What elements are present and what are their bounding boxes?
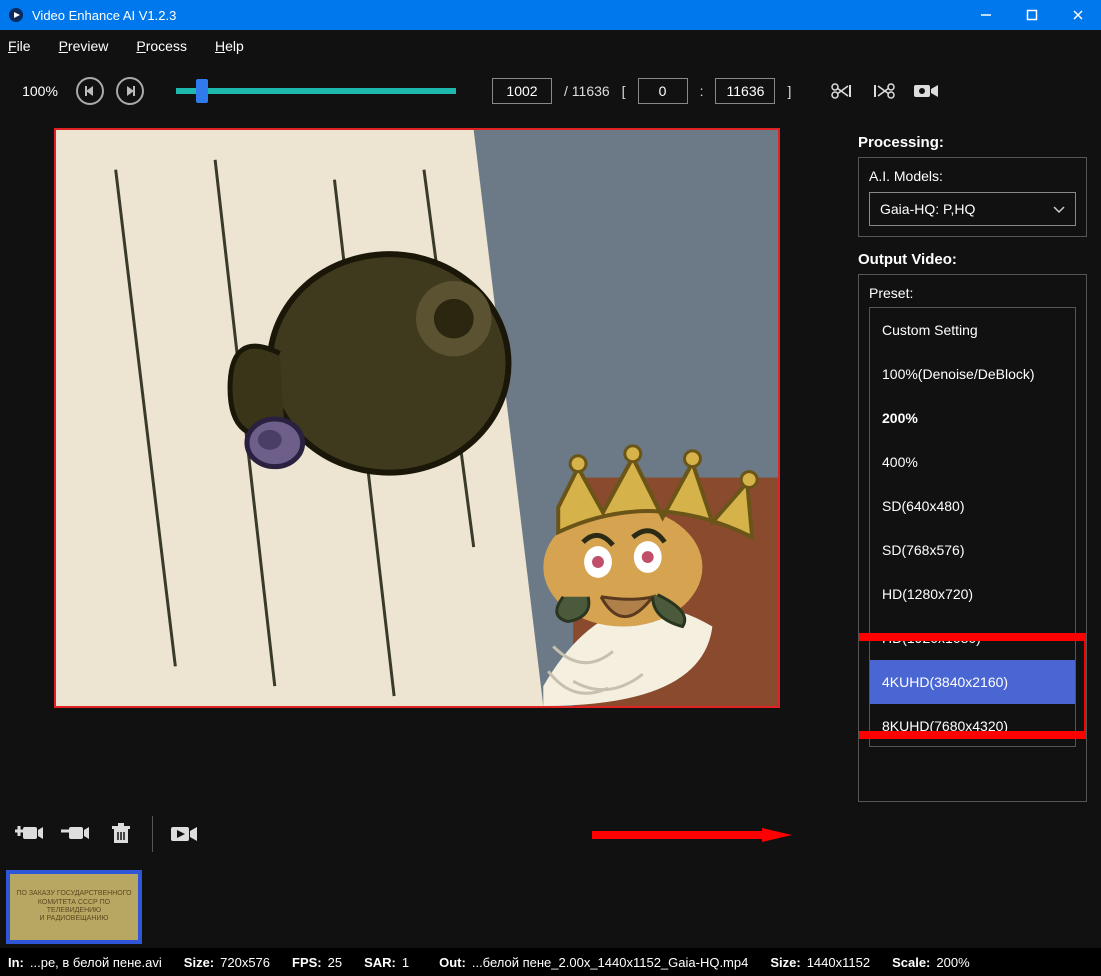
prev-frame-button[interactable] <box>76 77 104 105</box>
total-frames-label: / 11636 <box>564 83 610 99</box>
preset-item[interactable]: 200% <box>870 396 1075 440</box>
in-value: ...ре, в белой пене.avi <box>30 955 162 970</box>
processing-heading: Processing: <box>858 134 1087 151</box>
out-value: ...белой пене_2.00x_1440x1152_Gaia-HQ.mp… <box>472 955 749 970</box>
action-row <box>0 802 1101 866</box>
size-value: 720x576 <box>220 955 270 970</box>
timeline-slider[interactable] <box>176 81 456 101</box>
current-frame-input[interactable]: 1002 <box>492 78 552 104</box>
menu-preview[interactable]: Preview <box>59 38 109 54</box>
preset-item[interactable]: Custom Setting <box>870 308 1075 352</box>
bracket-open: [ <box>622 83 626 99</box>
preset-item-selected[interactable]: 4KUHD(3840x2160) <box>870 660 1075 704</box>
preset-item[interactable]: HD(1920x1080) <box>870 616 1075 660</box>
trash-icon[interactable] <box>106 821 136 847</box>
app-title: Video Enhance AI V1.2.3 <box>32 8 963 23</box>
range-sep: : <box>700 83 704 99</box>
fps-label: FPS: <box>292 955 322 970</box>
statusbar: In: ...ре, в белой пене.avi Size: 720x57… <box>0 948 1101 976</box>
ai-models-label: A.I. Models: <box>869 168 1076 184</box>
range-start-input[interactable]: 0 <box>638 78 688 104</box>
fps-value: 25 <box>328 955 342 970</box>
titlebar: Video Enhance AI V1.2.3 <box>0 0 1101 30</box>
sar-value: 1 <box>402 955 409 970</box>
window-maximize-button[interactable] <box>1009 0 1055 30</box>
menu-process[interactable]: Process <box>136 38 187 54</box>
preset-item[interactable]: 400% <box>870 440 1075 484</box>
range-end-input[interactable]: 11636 <box>715 78 775 104</box>
separator <box>152 816 153 852</box>
cut-end-icon[interactable] <box>869 80 899 102</box>
in-label: In: <box>8 955 24 970</box>
toolbar: 100% 1002 / 11636 [ 0 : 11636 ] <box>0 62 1101 120</box>
preset-item[interactable]: SD(640x480) <box>870 484 1075 528</box>
osize-value: 1440x1152 <box>807 955 870 970</box>
osize-label: Size: <box>770 955 800 970</box>
record-icon[interactable] <box>911 80 941 102</box>
clip-thumb-line: ПО ЗАКАЗУ ГОСУДАРСТВЕННОГО <box>16 890 131 898</box>
annotation-arrow-icon <box>592 828 792 842</box>
menu-file[interactable]: File <box>8 38 31 54</box>
preset-item[interactable]: SD(768x576) <box>870 528 1075 572</box>
side-panel: Processing: A.I. Models: Gaia-HQ: P,HQ O… <box>850 120 1101 802</box>
next-frame-button[interactable] <box>116 77 144 105</box>
clip-row: ПО ЗАКАЗУ ГОСУДАРСТВЕННОГО КОМИТЕТА СССР… <box>0 866 1101 948</box>
sar-label: SAR: <box>364 955 396 970</box>
ai-model-select[interactable]: Gaia-HQ: P,HQ <box>869 192 1076 226</box>
output-video-heading: Output Video: <box>858 251 1087 268</box>
window-minimize-button[interactable] <box>963 0 1009 30</box>
preset-item[interactable]: 8KUHD(7680x4320) <box>870 704 1075 747</box>
bracket-close: ] <box>787 83 791 99</box>
add-clip-icon[interactable] <box>14 821 44 847</box>
preset-label: Preset: <box>869 285 1076 301</box>
main-area: Processing: A.I. Models: Gaia-HQ: P,HQ O… <box>0 120 1101 802</box>
remove-clip-icon[interactable] <box>60 821 90 847</box>
scale-label: Scale: <box>892 955 930 970</box>
ai-model-value: Gaia-HQ: P,HQ <box>880 201 975 217</box>
preset-list[interactable]: Custom Setting 100%(Denoise/DeBlock) 200… <box>869 307 1076 747</box>
clip-thumbnail[interactable]: ПО ЗАКАЗУ ГОСУДАРСТВЕННОГО КОМИТЕТА СССР… <box>6 870 142 944</box>
scale-value: 200% <box>936 955 969 970</box>
zoom-level: 100% <box>16 83 64 99</box>
preset-item[interactable]: 100%(Denoise/DeBlock) <box>870 352 1075 396</box>
app-logo-icon <box>8 7 24 23</box>
window-close-button[interactable] <box>1055 0 1101 30</box>
menu-help[interactable]: Help <box>215 38 244 54</box>
size-label: Size: <box>184 955 214 970</box>
video-preview[interactable] <box>54 128 780 708</box>
clip-thumb-line: КОМИТЕТА СССР ПО ТЕЛЕВИДЕНИЮ <box>10 899 138 916</box>
preset-item[interactable]: HD(1280x720) <box>870 572 1075 616</box>
chevron-down-icon <box>1053 201 1065 217</box>
timeline-thumb[interactable] <box>196 79 208 103</box>
cut-start-icon[interactable] <box>827 80 857 102</box>
out-label: Out: <box>439 955 466 970</box>
menubar: File Preview Process Help <box>0 30 1101 62</box>
process-icon[interactable] <box>169 821 199 847</box>
